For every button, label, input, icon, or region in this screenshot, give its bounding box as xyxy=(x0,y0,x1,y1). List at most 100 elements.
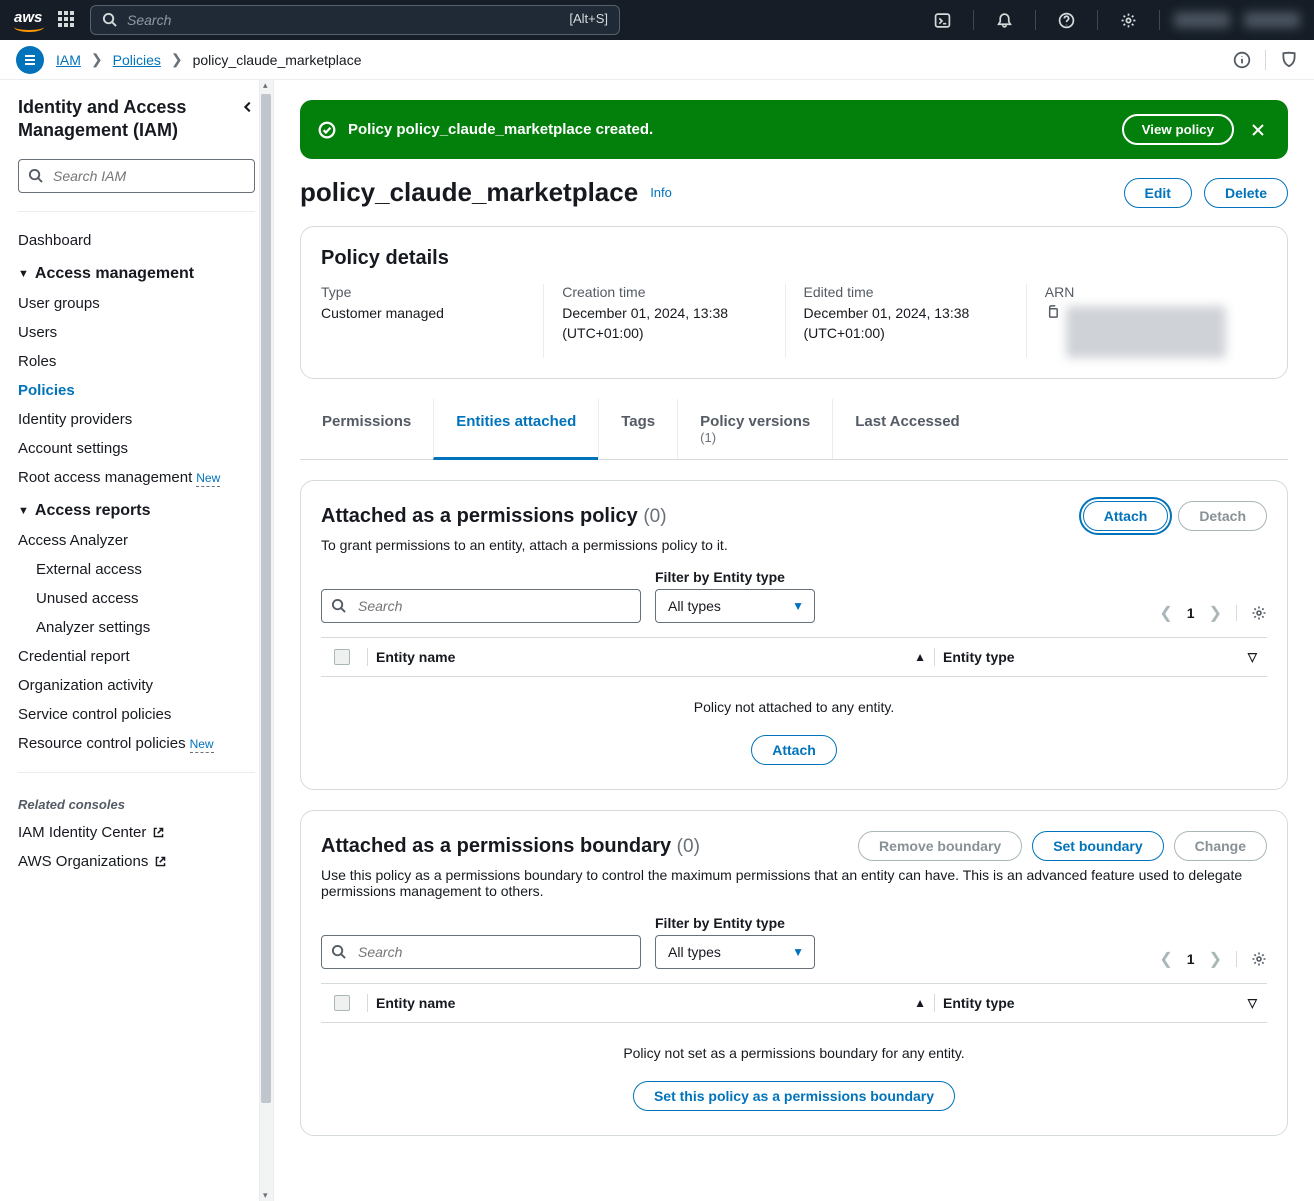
tab-entities-attached[interactable]: Entities attached xyxy=(433,399,598,460)
new-badge: New xyxy=(196,471,220,487)
next-page-icon[interactable]: ❯ xyxy=(1209,949,1222,969)
collapse-sidebar-icon[interactable] xyxy=(241,96,255,114)
check-circle-icon xyxy=(318,121,336,139)
next-page-icon[interactable]: ❯ xyxy=(1209,603,1222,623)
sidebar-item-unused-access[interactable]: Unused access xyxy=(18,584,255,613)
sidebar-item-user-groups[interactable]: User groups xyxy=(18,289,255,318)
external-link-icon xyxy=(152,826,165,839)
shield-icon[interactable] xyxy=(1280,51,1298,69)
sidebar-item-users[interactable]: Users xyxy=(18,318,255,347)
related-consoles-header: Related consoles xyxy=(18,787,255,818)
breadcrumb-iam[interactable]: IAM xyxy=(56,52,81,68)
tab-last-accessed[interactable]: Last Accessed xyxy=(832,399,982,459)
entity-search-input[interactable] xyxy=(321,589,641,623)
edit-button[interactable]: Edit xyxy=(1124,178,1192,208)
toggle-sidebar-button[interactable] xyxy=(16,46,44,74)
info-icon[interactable] xyxy=(1233,51,1251,69)
sidebar-section-access-management[interactable]: ▼ Access management xyxy=(18,255,255,289)
breadcrumb-policies[interactable]: Policies xyxy=(113,52,161,68)
entity-type-filter[interactable]: All types▼ xyxy=(655,589,815,623)
sidebar-item-account-settings[interactable]: Account settings xyxy=(18,434,255,463)
delete-button[interactable]: Delete xyxy=(1204,178,1288,208)
boundary-search-input[interactable] xyxy=(321,935,641,969)
filter-label: Filter by Entity type xyxy=(655,915,815,931)
close-alert-icon[interactable] xyxy=(1246,122,1270,138)
view-policy-button[interactable]: View policy xyxy=(1122,114,1234,145)
sidebar-item-identity-providers[interactable]: Identity providers xyxy=(18,405,255,434)
sidebar-item-external-access[interactable]: External access xyxy=(18,555,255,584)
perm-boundary-desc: Use this policy as a permissions boundar… xyxy=(321,867,1267,899)
perm-policy-title: Attached as a permissions policy (0) xyxy=(321,505,667,528)
set-boundary-center-button[interactable]: Set this policy as a permissions boundar… xyxy=(633,1081,955,1111)
creation-time-label: Creation time xyxy=(562,284,766,300)
help-icon[interactable] xyxy=(1050,12,1083,29)
sidebar-item-dashboard[interactable]: Dashboard xyxy=(18,226,255,255)
tab-permissions[interactable]: Permissions xyxy=(300,399,433,459)
policy-details-title: Policy details xyxy=(321,247,1267,270)
col-entity-name[interactable]: Entity name ▲ xyxy=(376,649,926,665)
notifications-icon[interactable] xyxy=(988,12,1021,29)
attach-button[interactable]: Attach xyxy=(1083,501,1169,531)
page-title: policy_claude_marketplace xyxy=(300,177,638,208)
col-entity-type[interactable]: Entity type ▽ xyxy=(943,649,1263,665)
main-content: Policy policy_claude_marketplace created… xyxy=(274,80,1314,1201)
sidebar-section-access-reports[interactable]: ▼ Access reports xyxy=(18,492,255,526)
sidebar-item-analyzer-settings[interactable]: Analyzer settings xyxy=(18,613,255,642)
scrollbar[interactable] xyxy=(259,80,273,1201)
prev-page-icon[interactable]: ❮ xyxy=(1159,949,1172,969)
caret-down-icon: ▼ xyxy=(792,945,804,959)
type-label: Type xyxy=(321,284,525,300)
change-boundary-button: Change xyxy=(1174,831,1267,861)
sidebar-item-rcp[interactable]: Resource control policiesNew xyxy=(18,729,255,758)
sidebar-item-aws-organizations[interactable]: AWS Organizations xyxy=(18,847,167,876)
sidebar-item-policies[interactable]: Policies xyxy=(18,376,255,405)
sidebar-item-organization-activity[interactable]: Organization activity xyxy=(18,671,255,700)
search-shortcut-hint: [Alt+S] xyxy=(569,11,608,26)
sidebar-item-scp[interactable]: Service control policies xyxy=(18,700,255,729)
boundary-type-filter[interactable]: All types▼ xyxy=(655,935,815,969)
cloudshell-icon[interactable] xyxy=(926,12,959,29)
attach-center-button[interactable]: Attach xyxy=(751,735,837,765)
prev-page-icon[interactable]: ❮ xyxy=(1159,603,1172,623)
account-menu[interactable] xyxy=(1244,12,1300,28)
copy-icon[interactable] xyxy=(1045,304,1060,319)
sidebar-search-input[interactable] xyxy=(18,159,255,193)
global-search-input[interactable] xyxy=(90,5,620,35)
sidebar-item-credential-report[interactable]: Credential report xyxy=(18,642,255,671)
aws-logo[interactable]: aws xyxy=(14,9,44,32)
select-all-checkbox[interactable] xyxy=(325,995,359,1011)
region-selector[interactable] xyxy=(1174,12,1230,28)
tab-policy-versions[interactable]: Policy versions (1) xyxy=(677,399,832,459)
sort-asc-icon: ▲ xyxy=(914,996,926,1010)
table-settings-icon[interactable] xyxy=(1236,951,1267,967)
caret-down-icon: ▼ xyxy=(18,268,29,280)
table-settings-icon[interactable] xyxy=(1236,605,1267,621)
table-header: Entity name ▲ Entity type ▽ xyxy=(321,637,1267,677)
entity-search xyxy=(321,589,641,623)
breadcrumb: IAM ❯ Policies ❯ policy_claude_marketpla… xyxy=(56,51,361,68)
global-search: [Alt+S] xyxy=(90,5,620,35)
sort-indicator-icon: ▽ xyxy=(1248,650,1263,664)
select-all-checkbox[interactable] xyxy=(325,649,359,665)
services-menu-icon[interactable] xyxy=(58,11,76,29)
sidebar-item-access-analyzer[interactable]: Access Analyzer xyxy=(18,526,255,555)
info-link[interactable]: Info xyxy=(650,185,672,200)
perm-policy-desc: To grant permissions to an entity, attac… xyxy=(321,537,1267,553)
sidebar-item-iam-identity-center[interactable]: IAM Identity Center xyxy=(18,818,165,847)
page-number: 1 xyxy=(1187,605,1195,621)
settings-icon[interactable] xyxy=(1112,12,1145,29)
search-icon xyxy=(28,168,43,183)
new-badge: New xyxy=(190,737,214,753)
set-boundary-button[interactable]: Set boundary xyxy=(1032,831,1163,861)
sort-asc-icon: ▲ xyxy=(914,650,926,664)
sidebar-item-root-access[interactable]: Root access managementNew xyxy=(18,463,255,492)
pagination: ❮ 1 ❯ xyxy=(1159,603,1267,623)
col-entity-type[interactable]: Entity type ▽ xyxy=(943,995,1263,1011)
arn-label: ARN xyxy=(1045,284,1249,300)
page-header: policy_claude_marketplace Info Edit Dele… xyxy=(300,177,1288,208)
sidebar: Identity and Access Management (IAM) Das… xyxy=(0,80,274,1201)
sidebar-item-roles[interactable]: Roles xyxy=(18,347,255,376)
tab-tags[interactable]: Tags xyxy=(598,399,677,459)
tabs: Permissions Entities attached Tags Polic… xyxy=(300,399,1288,460)
col-entity-name[interactable]: Entity name ▲ xyxy=(376,995,926,1011)
